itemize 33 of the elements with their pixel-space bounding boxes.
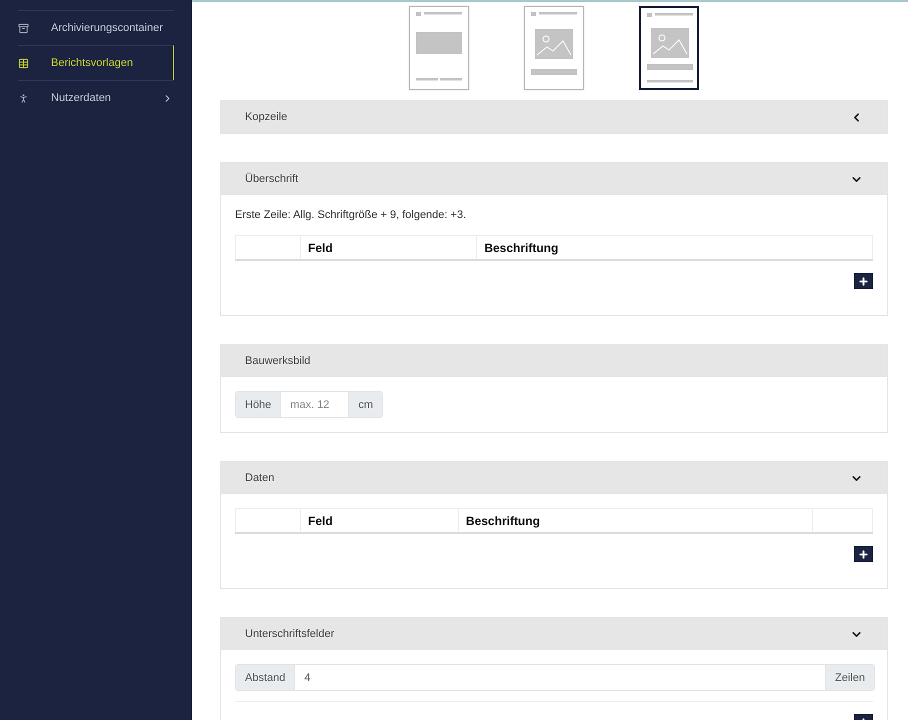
section-header[interactable]: Daten — [221, 462, 887, 494]
sidebar-item[interactable]: Archivierungscontainer — [18, 10, 174, 45]
section-title: Daten — [245, 472, 274, 484]
section-title: Unterschriftsfelder — [245, 628, 334, 640]
column-header: Feld — [300, 508, 458, 533]
column-header: Feld — [300, 236, 477, 260]
section-header[interactable]: Bauwerksbild — [221, 345, 887, 377]
add-button[interactable] — [854, 273, 873, 289]
input-field[interactable]: 4 — [294, 665, 826, 690]
sidebar-item[interactable]: Berichtsvorlagen — [18, 45, 174, 80]
section-header[interactable]: Überschrift — [221, 163, 887, 195]
hint-text: Erste Zeile: Allg. Schriftgröße + 9, folgende: +3. — [235, 209, 468, 221]
sidebar-item[interactable]: Nutzerdaten — [18, 80, 174, 115]
section-title: Bauwerksbild — [245, 355, 310, 367]
unit-label: cm — [349, 392, 382, 417]
input-label: Höhe — [236, 392, 280, 417]
input-label: Abstand — [236, 665, 294, 690]
section-title: Kopzeile — [245, 111, 288, 123]
archive-icon — [18, 22, 29, 34]
column-header: Beschriftung — [458, 508, 813, 533]
section-title: Überschrift — [245, 173, 298, 185]
section-header[interactable]: Kopzeile — [221, 101, 887, 133]
plus-icon — [858, 276, 869, 286]
add-button[interactable] — [854, 546, 873, 562]
person-icon — [18, 92, 29, 104]
section-header[interactable]: Unterschriftsfelder — [221, 618, 887, 650]
input-group[interactable]: Abstand 4 Zeilen — [235, 664, 875, 691]
column-header: Beschriftung — [476, 236, 872, 260]
unit-label: Zeilen — [826, 665, 874, 690]
plus-icon — [858, 548, 869, 560]
table-icon — [18, 58, 29, 68]
input-group[interactable]: Höhe max. 12 cm — [235, 391, 383, 418]
input-field[interactable]: max. 12 — [280, 392, 350, 417]
